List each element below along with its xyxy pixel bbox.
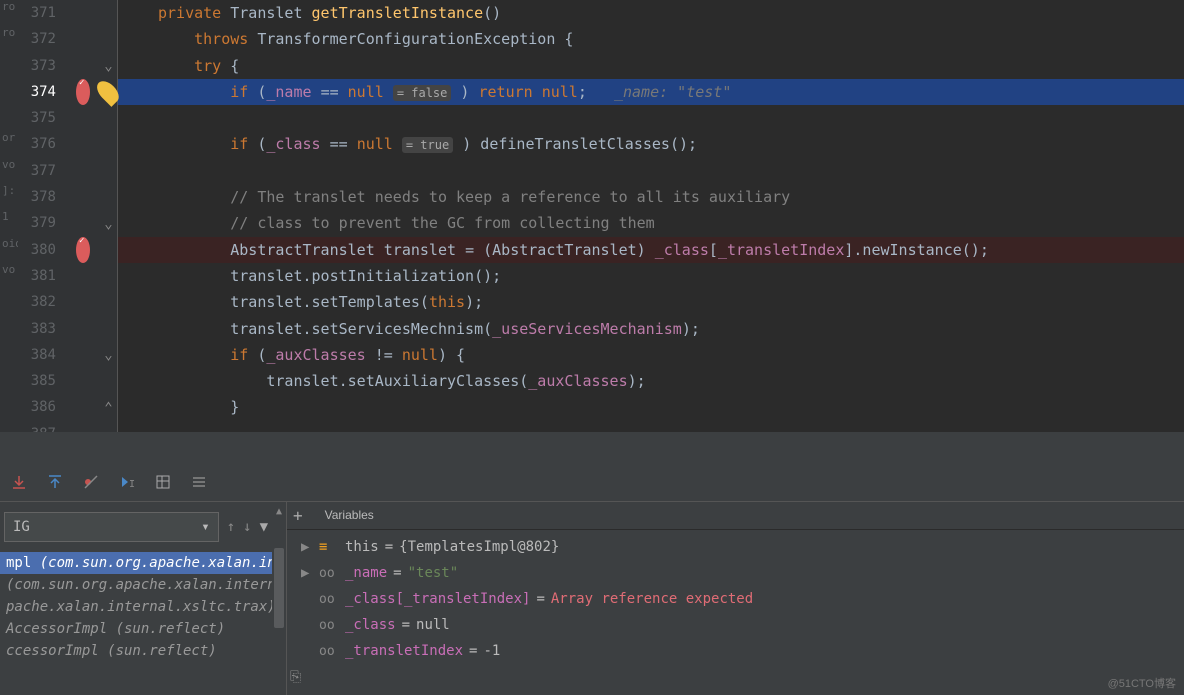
code-line[interactable]: translet.setTemplates(this); (118, 289, 1184, 315)
next-frame-icon[interactable]: ↓ (243, 519, 251, 535)
debugger-panel: IG ▾ ↑ ↓ ▼ mpl mpl (com.sun.org.apache.x… (0, 502, 1184, 695)
download-icon[interactable] (10, 473, 28, 491)
structure-gutter: roroorvo]:1oidvo (0, 0, 18, 432)
expand-icon[interactable]: ▶ (301, 565, 313, 581)
line-number: 381 (18, 263, 56, 289)
code-line[interactable]: throws TransformerConfigurationException… (118, 26, 1184, 52)
line-number: 387 (18, 421, 56, 432)
variable-value: null (416, 617, 450, 633)
variable-value: Array reference expected (551, 591, 753, 607)
variable-row[interactable]: oo _transletIndex = -1 (301, 638, 1170, 664)
code-line[interactable]: translet.setAuxiliaryClasses(_auxClasses… (118, 368, 1184, 394)
frame-item[interactable]: ccessorImpl (sun.reflect) (0, 640, 272, 662)
line-number: 375 (18, 105, 56, 131)
code-line[interactable]: if (_auxClasses != null) { (118, 342, 1184, 368)
code-line[interactable]: translet.setServicesMechnism(_useService… (118, 316, 1184, 342)
mute-breakpoints-icon[interactable] (82, 473, 100, 491)
table-icon[interactable] (154, 473, 172, 491)
variables-header: Variables (313, 502, 386, 530)
variable-row[interactable]: oo _class = null (301, 612, 1170, 638)
frame-item[interactable]: (com.sun.org.apache.xalan.interna (0, 574, 272, 596)
variable-row[interactable]: ▶ oo _name = "test" (301, 560, 1170, 586)
code-line[interactable]: } (118, 394, 1184, 420)
fold-gutter[interactable]: ⌄ ⌄⌄⌃ (100, 0, 118, 432)
code-line-current[interactable]: if (_name == null = false ) return null;… (118, 79, 1184, 105)
line-number: 379 (18, 210, 56, 236)
watch-icon: oo (319, 592, 339, 607)
line-number: 374 (18, 79, 56, 105)
chevron-down-icon: ▾ (201, 519, 209, 535)
filter-icon[interactable]: ▼ (260, 519, 268, 535)
thread-label: IG (13, 519, 30, 535)
line-number: 378 (18, 184, 56, 210)
frame-list[interactable]: mpl mpl (com.sun.org.apache.xalan.int(co… (0, 552, 272, 662)
code-line[interactable] (118, 421, 1184, 432)
copy-icon[interactable]: ⎘ (290, 669, 301, 685)
code-line[interactable]: private Translet getTransletInstance() (118, 0, 1184, 26)
variable-value: "test" (408, 565, 459, 581)
frames-controls: IG ▾ ↑ ↓ ▼ (0, 502, 272, 552)
frames-panel: IG ▾ ↑ ↓ ▼ mpl mpl (com.sun.org.apache.x… (0, 502, 272, 695)
line-number: 372 (18, 26, 56, 52)
variable-name: this (345, 539, 379, 555)
thread-dropdown[interactable]: IG ▾ (4, 512, 219, 542)
variable-value: -1 (483, 643, 500, 659)
panel-divider[interactable] (0, 432, 1184, 462)
line-number: 380 (18, 237, 56, 263)
variable-name: _transletIndex (345, 643, 463, 659)
line-number: 373 (18, 53, 56, 79)
frame-item[interactable]: pache.xalan.internal.xsltc.trax) (0, 596, 272, 618)
code-line[interactable]: translet.postInitialization(); (118, 263, 1184, 289)
code-line[interactable] (118, 105, 1184, 131)
code-line[interactable] (118, 158, 1184, 184)
watch-icon: oo (319, 618, 339, 633)
watch-icon: oo (319, 644, 339, 659)
drop-frame-icon[interactable]: I (118, 473, 136, 491)
editor-area: roroorvo]:1oidvo 371 372 373 374 375 376… (0, 0, 1184, 432)
variable-name: _class[_transletIndex] (345, 591, 530, 607)
line-number: 377 (18, 158, 56, 184)
code-line-breakpoint[interactable]: AbstractTranslet translet = (AbstractTra… (118, 237, 1184, 263)
variable-name: _name (345, 565, 387, 581)
line-number: 384 (18, 342, 56, 368)
line-number: 382 (18, 289, 56, 315)
settings-icon[interactable] (190, 473, 208, 491)
variables-panel: + Variables ▶ ≡ this = {TemplatesImpl@80… (286, 502, 1184, 695)
breakpoint-gutter[interactable] (66, 0, 100, 432)
breakpoint-icon[interactable] (76, 79, 90, 105)
code-line[interactable]: // class to prevent the GC from collecti… (118, 210, 1184, 236)
upload-icon[interactable] (46, 473, 64, 491)
breakpoint-icon[interactable] (76, 237, 90, 263)
watermark: @51CTO博客 (1108, 675, 1176, 691)
code-editor[interactable]: private Translet getTransletInstance() t… (118, 0, 1184, 432)
variable-row[interactable]: oo _class[_transletIndex] = Array refere… (301, 586, 1170, 612)
line-number-gutter: 371 372 373 374 375 376 377 378 379 380 … (18, 0, 66, 432)
add-watch-icon[interactable]: + (293, 506, 303, 525)
line-number: 376 (18, 131, 56, 157)
line-number: 371 (18, 0, 56, 26)
frame-item[interactable]: AccessorImpl (sun.reflect) (0, 618, 272, 640)
line-number: 386 (18, 394, 56, 420)
variable-value: {TemplatesImpl@802} (399, 539, 559, 555)
frames-scrollbar[interactable] (272, 502, 286, 695)
debug-toolbar: I (0, 462, 1184, 502)
code-line[interactable]: // The translet needs to keep a referenc… (118, 184, 1184, 210)
this-icon: ≡ (319, 539, 339, 555)
svg-text:I: I (129, 479, 135, 490)
code-line[interactable]: if (_class == null = true ) defineTransl… (118, 131, 1184, 157)
variables-tree[interactable]: ▶ ≡ this = {TemplatesImpl@802} ▶ oo _nam… (287, 530, 1184, 668)
frame-item[interactable]: mpl mpl (com.sun.org.apache.xalan.int(co… (0, 552, 272, 574)
expand-icon[interactable]: ▶ (301, 539, 313, 555)
variable-row[interactable]: ▶ ≡ this = {TemplatesImpl@802} (301, 534, 1170, 560)
variable-name: _class (345, 617, 396, 633)
prev-frame-icon[interactable]: ↑ (227, 519, 235, 535)
watch-icon: oo (319, 566, 339, 581)
code-line[interactable]: try { (118, 53, 1184, 79)
line-number: 385 (18, 368, 56, 394)
line-number: 383 (18, 316, 56, 342)
